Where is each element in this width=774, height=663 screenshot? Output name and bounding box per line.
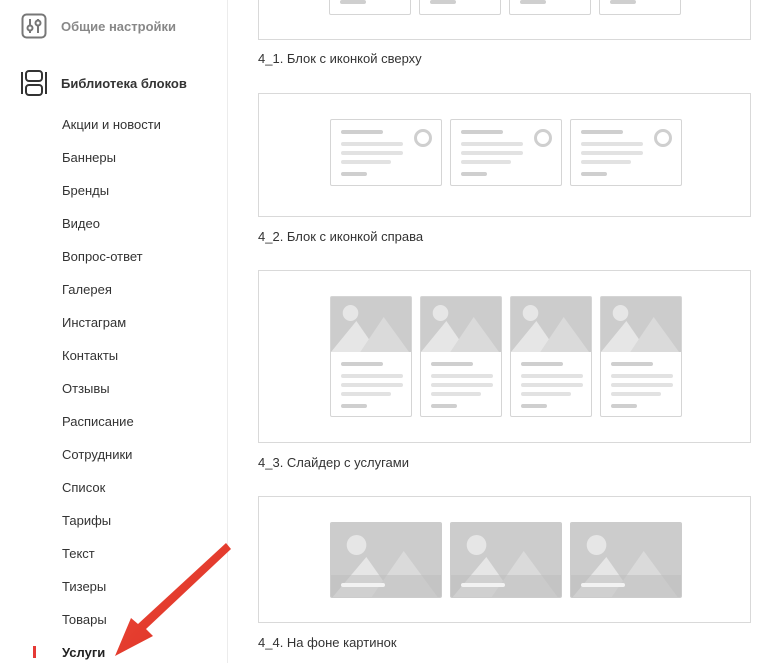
sidebar-item-label: Расписание — [62, 414, 134, 429]
image-placeholder-icon — [601, 297, 681, 352]
sidebar-item-label: Вопрос-ответ — [62, 249, 143, 264]
sidebar-item[interactable]: Отзывы — [0, 372, 228, 405]
block-library-link[interactable]: Библиотека блоков — [20, 69, 187, 97]
sidebar-item[interactable]: Сотрудники — [0, 438, 228, 471]
circle-icon — [654, 129, 672, 147]
blocks-icon — [20, 69, 48, 97]
sidebar-item[interactable]: Услуги — [0, 636, 228, 663]
sidebar-item-label: Услуги — [62, 645, 106, 660]
sidebar-item-label: Бренды — [62, 183, 110, 198]
sidebar-item[interactable]: Текст — [0, 537, 228, 570]
block-preview-4-1[interactable] — [258, 0, 751, 40]
sidebar-item[interactable]: Тарифы — [0, 504, 228, 537]
preview-card — [450, 522, 562, 598]
block-caption: 4_2. Блок с иконкой справа — [258, 229, 424, 244]
sidebar-item-label: Контакты — [62, 348, 119, 363]
sidebar-item-label: Баннеры — [62, 150, 116, 165]
sidebar-item[interactable]: Баннеры — [0, 141, 228, 174]
image-placeholder-icon — [511, 297, 591, 352]
sidebar-item[interactable]: Бренды — [0, 174, 228, 207]
sidebar-item-label: Сотрудники — [62, 447, 133, 462]
sidebar: Общие настройки Библиотека блоков Акции … — [0, 0, 228, 663]
sidebar-item[interactable]: Контакты — [0, 339, 228, 372]
sidebar-item-label: Видео — [62, 216, 100, 231]
general-settings-label: Общие настройки — [61, 18, 176, 34]
sidebar-item-label: Акции и новости — [62, 117, 161, 132]
sidebar-item[interactable]: Инстаграм — [0, 306, 228, 339]
active-indicator — [33, 646, 36, 658]
block-library-nav: Акции и новости Баннеры Бренды Видео Вопрос-… — [0, 108, 228, 663]
block-preview-4-3[interactable] — [258, 270, 751, 443]
preview-card — [330, 119, 442, 186]
sidebar-item[interactable]: Товары — [0, 603, 228, 636]
circle-icon — [414, 129, 432, 147]
sidebar-item[interactable]: Тизеры — [0, 570, 228, 603]
sidebar-item[interactable]: Вопрос-ответ — [0, 240, 228, 273]
general-settings-link[interactable]: Общие настройки — [20, 12, 176, 40]
preview-card — [420, 296, 502, 417]
block-preview-4-2[interactable] — [258, 93, 751, 217]
image-placeholder-icon — [421, 297, 501, 352]
sidebar-item-label: Инстаграм — [62, 315, 127, 330]
sidebar-item[interactable]: Галерея — [0, 273, 228, 306]
preview-card — [329, 0, 411, 15]
circle-icon — [534, 129, 552, 147]
sidebar-item[interactable]: Видео — [0, 207, 228, 240]
sidebar-item-label: Текст — [62, 546, 95, 561]
sidebar-item-label: Товары — [62, 612, 107, 627]
block-caption: 4_1. Блок с иконкой сверху — [258, 51, 422, 66]
block-caption: 4_4. На фоне картинок — [258, 635, 397, 650]
preview-card — [570, 522, 682, 598]
sidebar-item-label: Отзывы — [62, 381, 110, 396]
block-library-label: Библиотека блоков — [61, 75, 187, 91]
preview-card — [510, 296, 592, 417]
preview-card — [450, 119, 562, 186]
sidebar-item-label: Тарифы — [62, 513, 112, 528]
block-caption: 4_3. Слайдер с услугами — [258, 455, 409, 470]
preview-card — [330, 296, 412, 417]
sidebar-item[interactable]: Акции и новости — [0, 108, 228, 141]
preview-card — [600, 296, 682, 417]
main-content: 4_1. Блок с иконкой сверху 4_2. Блок с и… — [228, 0, 774, 663]
block-preview-4-4[interactable] — [258, 496, 751, 623]
preview-card — [599, 0, 681, 15]
preview-card — [570, 119, 682, 186]
sidebar-item[interactable]: Расписание — [0, 405, 228, 438]
sidebar-item[interactable]: Список — [0, 471, 228, 504]
sidebar-item-label: Галерея — [62, 282, 112, 297]
sliders-icon — [20, 12, 48, 40]
preview-card — [419, 0, 501, 15]
image-placeholder-icon — [331, 297, 411, 352]
preview-card — [509, 0, 591, 15]
preview-card — [330, 522, 442, 598]
sidebar-item-label: Тизеры — [62, 579, 107, 594]
sidebar-item-label: Список — [62, 480, 106, 495]
